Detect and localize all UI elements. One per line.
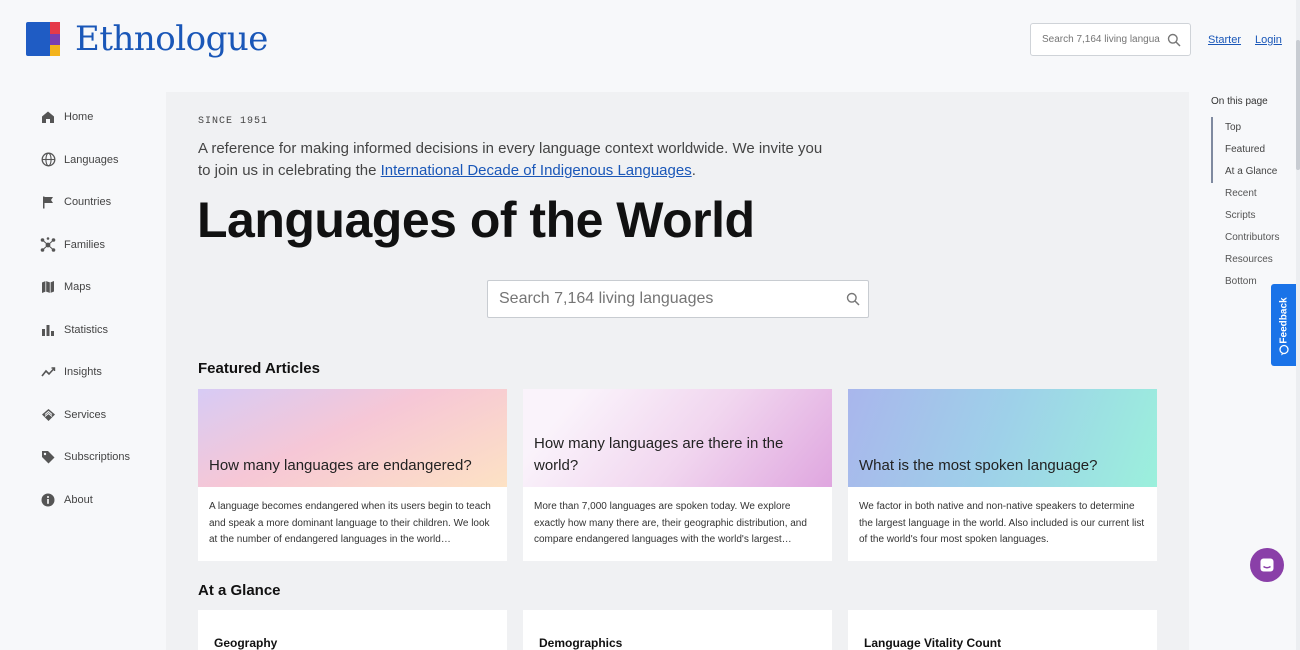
sidebar-item-label: Home xyxy=(64,111,94,124)
feedback-bubble-icon xyxy=(1279,344,1289,356)
sidebar-item-families[interactable]: Families xyxy=(40,224,130,267)
page-scrollbar[interactable] xyxy=(1296,0,1300,650)
on-this-page-title: On this page xyxy=(1211,96,1268,107)
sidebar-item-label: Subscriptions xyxy=(64,451,131,464)
main-search[interactable] xyxy=(487,280,869,318)
chat-button[interactable] xyxy=(1250,548,1284,582)
sidebar-item-insights[interactable]: Insights xyxy=(40,351,130,394)
sidebar-item-label: Statistics xyxy=(64,323,109,336)
logo-mark-icon xyxy=(26,22,60,56)
card-title: How many languages are there in the worl… xyxy=(534,435,784,474)
card-image: How many languages are endangered? xyxy=(198,389,507,487)
otp-item-resources[interactable]: Resources xyxy=(1211,249,1291,271)
otp-item-at-a-glance[interactable]: At a Glance xyxy=(1211,161,1291,183)
sidebar-item-label: Insights xyxy=(64,366,102,379)
card-image: What is the most spoken language? xyxy=(848,389,1157,487)
main-content: SINCE 1951 A reference for making inform… xyxy=(166,92,1189,650)
search-icon[interactable] xyxy=(846,292,860,306)
otp-item-top[interactable]: Top xyxy=(1211,117,1291,139)
info-icon xyxy=(40,492,56,508)
glance-card[interactable]: Geography xyxy=(198,610,507,650)
login-link[interactable]: Login xyxy=(1255,34,1282,46)
trend-icon xyxy=(40,364,56,380)
idil-link[interactable]: International Decade of Indigenous Langu… xyxy=(381,162,692,179)
card-description: More than 7,000 languages are spoken tod… xyxy=(534,501,807,545)
card-title: How many languages are endangered? xyxy=(209,457,472,474)
sidebar-item-label: Languages xyxy=(64,153,119,166)
sidebar-item-countries[interactable]: Countries xyxy=(40,181,130,224)
globe-icon xyxy=(40,152,56,168)
intro-end: . xyxy=(691,162,696,179)
intro-paragraph: A reference for making informed decision… xyxy=(198,138,838,182)
sidebar-item-maps[interactable]: Maps xyxy=(40,266,130,309)
services-icon xyxy=(40,407,56,423)
network-icon xyxy=(40,236,56,253)
logo-text: Ethnologue xyxy=(75,19,268,59)
on-this-page-nav: On this page Top Featured At a Glance Re… xyxy=(1211,96,1279,287)
card-description: A language becomes endangered when its u… xyxy=(209,501,491,545)
sidebar-item-about[interactable]: About xyxy=(40,479,130,522)
featured-card[interactable]: How many languages are endangered? A lan… xyxy=(198,389,507,561)
otp-item-scripts[interactable]: Scripts xyxy=(1211,205,1291,227)
sidebar-item-label: Families xyxy=(64,238,105,251)
glance-card[interactable]: Demographics xyxy=(523,610,832,650)
home-icon xyxy=(40,109,56,125)
sidebar-item-home[interactable]: Home xyxy=(40,96,130,139)
sidebar-item-label: Countries xyxy=(64,196,112,209)
sidebar-item-subscriptions[interactable]: Subscriptions xyxy=(40,436,130,479)
chat-icon xyxy=(1260,558,1274,572)
search-icon[interactable] xyxy=(1167,33,1181,47)
feedback-label: Feedback xyxy=(1278,296,1290,344)
sidebar-item-label: Maps xyxy=(64,281,91,294)
header-search[interactable] xyxy=(1030,23,1191,56)
sidebar-item-languages[interactable]: Languages xyxy=(40,139,130,182)
feedback-button[interactable]: Feedback xyxy=(1271,284,1297,366)
page-title: Languages of the World xyxy=(197,192,755,248)
scrollbar-thumb[interactable] xyxy=(1296,40,1300,170)
sidebar-item-label: Services xyxy=(64,408,107,421)
featured-articles-heading: Featured Articles xyxy=(198,360,320,377)
starter-link[interactable]: Starter xyxy=(1208,34,1241,46)
glance-card[interactable]: Language Vitality Count xyxy=(848,610,1157,650)
featured-card[interactable]: What is the most spoken language? We fac… xyxy=(848,389,1157,561)
sidebar-item-services[interactable]: Services xyxy=(40,394,130,437)
otp-item-contributors[interactable]: Contributors xyxy=(1211,227,1291,249)
map-icon xyxy=(40,279,56,295)
flag-icon xyxy=(40,194,56,210)
glance-card-title: Geography xyxy=(214,636,278,650)
glance-card-title: Language Vitality Count xyxy=(864,636,1002,650)
ethnologue-logo[interactable]: Ethnologue xyxy=(26,22,268,56)
card-image: How many languages are there in the worl… xyxy=(523,389,832,487)
sidebar-item-statistics[interactable]: Statistics xyxy=(40,309,130,352)
since-label: SINCE 1951 xyxy=(198,116,269,127)
header-search-input[interactable] xyxy=(1042,34,1166,45)
card-description: We factor in both native and non-native … xyxy=(859,501,1145,545)
bar-chart-icon xyxy=(40,322,56,338)
sidebar-item-label: About xyxy=(64,493,93,506)
at-a-glance-heading: At a Glance xyxy=(198,582,281,599)
otp-item-featured[interactable]: Featured xyxy=(1211,139,1291,161)
featured-card[interactable]: How many languages are there in the worl… xyxy=(523,389,832,561)
card-title: What is the most spoken language? xyxy=(859,457,1098,474)
on-this-page-list: Top Featured At a Glance Recent Scripts … xyxy=(1211,117,1291,293)
sidebar-nav: Home Languages Countries Families Maps S… xyxy=(40,96,130,521)
otp-item-recent[interactable]: Recent xyxy=(1211,183,1291,205)
main-search-input[interactable] xyxy=(499,290,829,308)
glance-card-title: Demographics xyxy=(539,636,623,650)
tag-icon xyxy=(40,449,56,465)
